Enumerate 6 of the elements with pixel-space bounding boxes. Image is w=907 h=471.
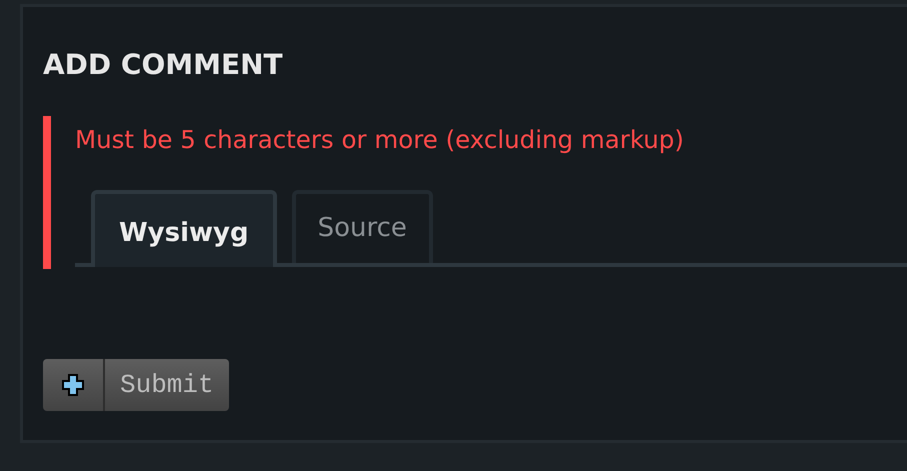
editor-tab[interactable]: Source <box>292 190 433 263</box>
error-message: Must be 5 characters or more (excluding markup) <box>75 124 684 156</box>
section-heading: ADD COMMENT <box>43 47 283 83</box>
editor-tab[interactable]: Wysiwyg <box>91 190 277 267</box>
submit-button[interactable]: Submit <box>43 359 229 411</box>
plus-icon <box>61 373 85 397</box>
